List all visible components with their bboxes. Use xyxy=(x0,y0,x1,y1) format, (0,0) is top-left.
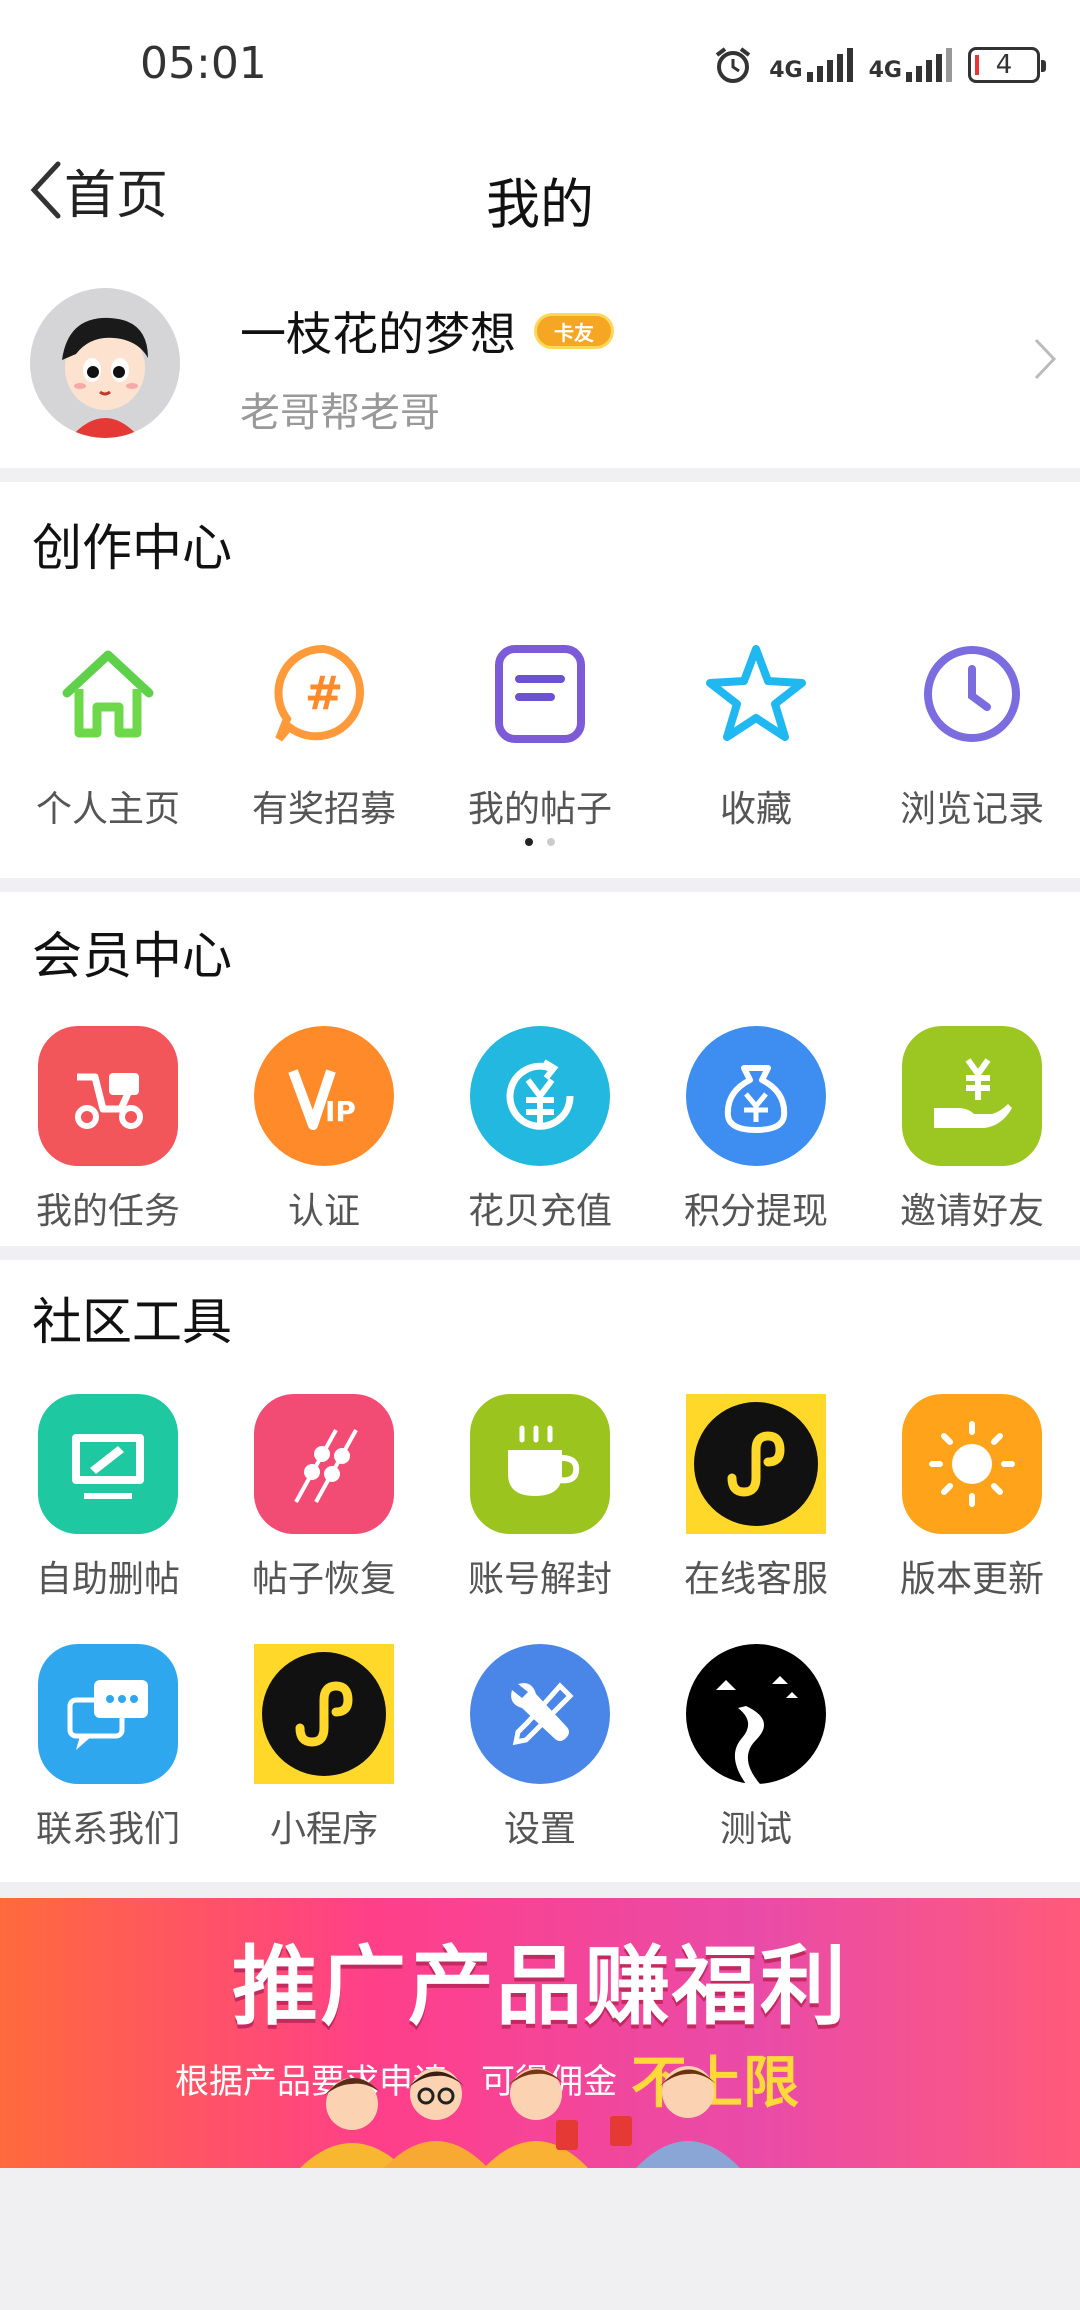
nav-bar: 首页 我的 xyxy=(0,130,1080,250)
item-label: 我的任务 xyxy=(35,1191,180,1232)
item-label: 积分提现 xyxy=(683,1191,828,1232)
member-center-section: 会员中心 我的任务 IP 认证 花贝充值 积分提现 邀请好友 xyxy=(0,892,1080,1246)
network-type-2: 4G xyxy=(868,58,902,83)
scooter-icon xyxy=(75,1073,143,1129)
hand-yen-icon xyxy=(934,1058,1012,1128)
item-label: 收藏 xyxy=(719,789,792,830)
night-road-icon xyxy=(716,1676,798,1784)
svg-text:IP: IP xyxy=(325,1095,356,1128)
monitor-edit-icon xyxy=(72,1434,144,1499)
item-label: 自助删帖 xyxy=(35,1559,180,1600)
creation-item-my-posts[interactable]: 我的帖子 xyxy=(432,624,648,832)
status-bar: 05:01 4G 4G 4 xyxy=(0,0,1080,130)
tool-item-settings[interactable]: 设置 xyxy=(432,1644,648,1852)
tool-item-online-service[interactable]: 在线客服 xyxy=(648,1394,864,1602)
section-title: 社区工具 xyxy=(32,1293,232,1351)
signal-bars-2-icon xyxy=(906,48,952,82)
status-icons: 4G 4G 4 xyxy=(713,40,1046,90)
svg-text:#: # xyxy=(305,666,344,720)
yen-circle-icon xyxy=(506,1059,574,1130)
profile-subtitle: 老哥帮老哥 xyxy=(240,390,440,436)
tool-item-contact-us[interactable]: 联系我们 xyxy=(0,1644,216,1852)
vip-icon: IP xyxy=(288,1069,356,1130)
item-label: 有奖招募 xyxy=(251,789,396,830)
item-label: 设置 xyxy=(503,1809,576,1850)
page-title: 我的 xyxy=(486,173,594,236)
item-label: 帖子恢复 xyxy=(251,1559,396,1600)
section-title: 创作中心 xyxy=(32,519,232,577)
item-label: 小程序 xyxy=(269,1809,378,1850)
creation-item-recruit[interactable]: # 有奖招募 xyxy=(216,624,432,832)
star-icon xyxy=(706,645,806,741)
member-item-withdraw[interactable]: 积分提现 xyxy=(648,1026,864,1234)
network-type-1: 4G xyxy=(769,58,803,83)
page-dot xyxy=(547,838,555,846)
signal-bars-1-icon xyxy=(806,48,853,82)
profile-card[interactable]: 一枝花的梦想 卡友 老哥帮老哥 xyxy=(0,250,1080,468)
creation-item-history[interactable]: 浏览记录 xyxy=(864,624,1080,832)
item-label: 账号解封 xyxy=(467,1559,612,1600)
item-label: 花贝充值 xyxy=(467,1191,612,1232)
creation-item-favorites[interactable]: 收藏 xyxy=(648,624,864,832)
battery-level: 4 xyxy=(995,50,1013,80)
tool-item-unban[interactable]: 账号解封 xyxy=(432,1394,648,1602)
banner-people-illustration-icon xyxy=(300,2066,740,2168)
page-indicator xyxy=(0,838,1080,846)
item-label: 个人主页 xyxy=(35,789,180,830)
tool-item-restore-post[interactable]: 帖子恢复 xyxy=(216,1394,432,1602)
skewers-icon xyxy=(294,1429,358,1503)
item-label: 在线客服 xyxy=(683,1559,828,1600)
item-label: 测试 xyxy=(719,1809,792,1850)
avatar-cartoon-icon xyxy=(30,288,180,438)
tool-item-mini-program[interactable]: 小程序 xyxy=(216,1644,432,1852)
profile-name-row: 一枝花的梦想 卡友 xyxy=(240,298,614,364)
chat-bubbles-icon xyxy=(67,1680,148,1750)
document-icon xyxy=(495,645,585,743)
member-item-invite[interactable]: 邀请好友 xyxy=(864,1026,1080,1234)
member-item-verify[interactable]: IP 认证 xyxy=(216,1026,432,1234)
member-item-tasks[interactable]: 我的任务 xyxy=(0,1026,216,1234)
battery-icon: 4 xyxy=(968,47,1046,83)
mini-program-icon xyxy=(694,1402,818,1526)
wrench-screwdriver-icon xyxy=(511,1682,574,1746)
alarm-icon xyxy=(716,47,751,83)
page-dot-active xyxy=(525,838,533,846)
home-icon xyxy=(62,650,154,738)
money-bag-icon xyxy=(724,1065,788,1133)
promo-banner[interactable]: 推广产品赚福利 根据产品要求申请，可得佣金 不上限 xyxy=(0,1898,1080,2168)
tool-item-test[interactable]: 测试 xyxy=(648,1644,864,1852)
item-label: 认证 xyxy=(287,1191,360,1232)
status-time: 05:01 xyxy=(140,38,267,89)
hashtag-chat-icon: # xyxy=(274,644,365,742)
creation-center-section: 创作中心 个人主页 # 有奖招募 我的帖子 收藏 浏览记录 xyxy=(0,482,1080,878)
mini-program-icon xyxy=(262,1652,386,1776)
member-item-recharge[interactable]: 花贝充值 xyxy=(432,1026,648,1234)
clock-icon xyxy=(924,646,1020,742)
creation-item-home[interactable]: 个人主页 xyxy=(0,624,216,832)
avatar[interactable] xyxy=(30,288,180,438)
community-tools-section: 社区工具 自助删帖 帖子恢复 账号解封 在线客服 版本更新 联系我们 小程序 设… xyxy=(0,1260,1080,1882)
section-title: 会员中心 xyxy=(32,927,232,985)
banner-title: 推广产品赚福利 xyxy=(232,1937,848,2037)
cup-icon xyxy=(508,1425,580,1496)
item-label: 浏览记录 xyxy=(899,789,1044,830)
item-label: 联系我们 xyxy=(35,1809,180,1850)
item-label: 我的帖子 xyxy=(467,789,612,830)
tool-item-self-delete[interactable]: 自助删帖 xyxy=(0,1394,216,1602)
item-label: 邀请好友 xyxy=(899,1191,1044,1232)
tool-item-version-update[interactable]: 版本更新 xyxy=(864,1394,1080,1602)
chevron-right-icon xyxy=(1034,338,1057,380)
profile-name: 一枝花的梦想 xyxy=(240,307,516,361)
sun-icon xyxy=(929,1421,1015,1507)
item-label: 版本更新 xyxy=(899,1559,1044,1600)
member-badge: 卡友 xyxy=(534,313,614,349)
